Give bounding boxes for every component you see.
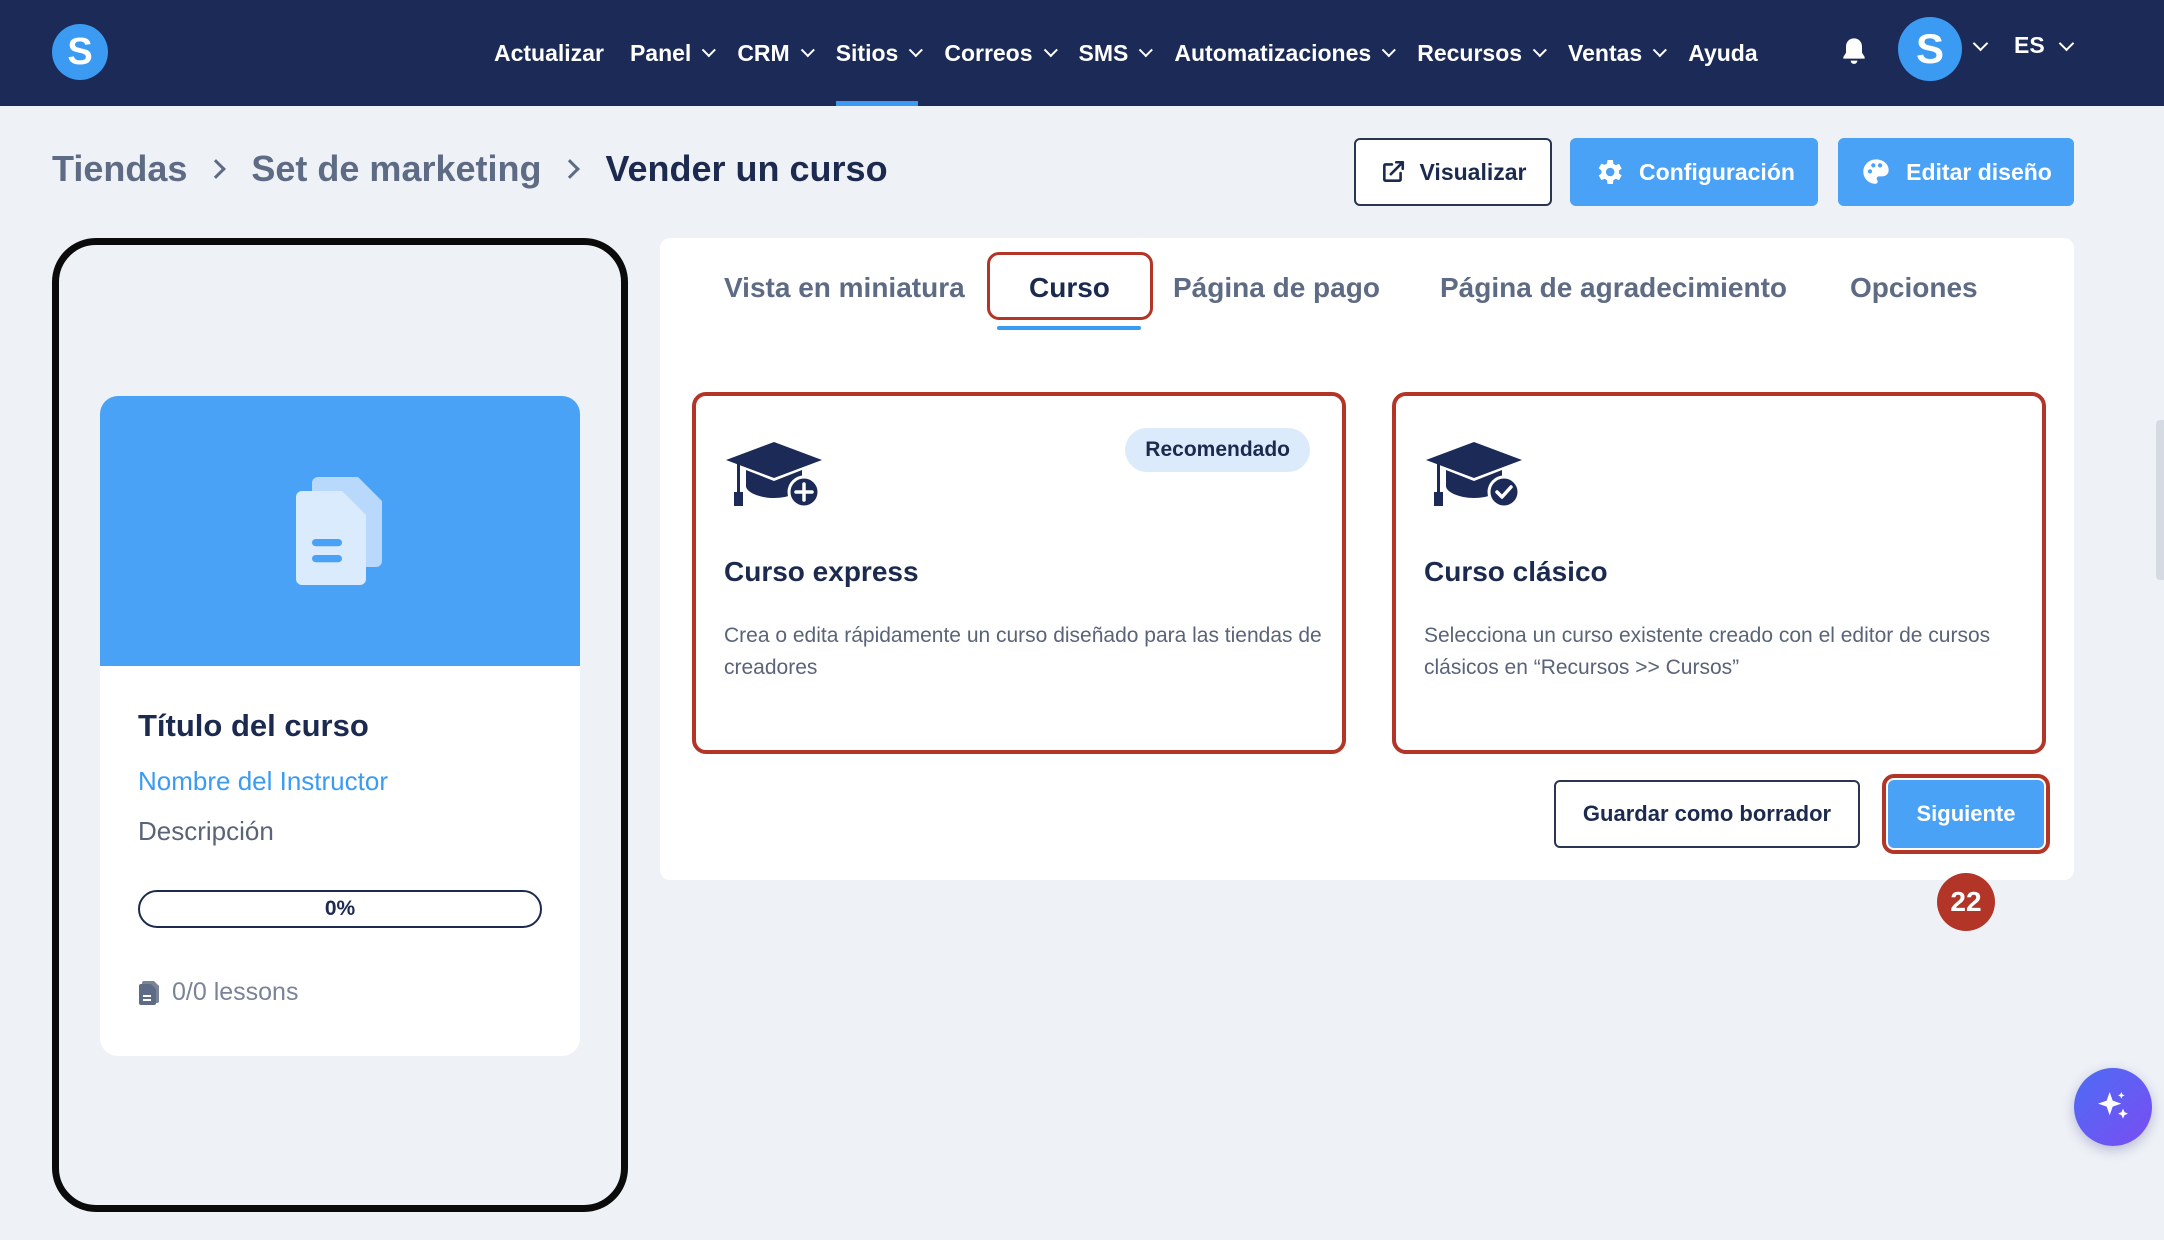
- edit-design-button[interactable]: Editar diseño: [1838, 138, 2074, 206]
- option-title: Curso clásico: [1424, 556, 1608, 587]
- bell-icon[interactable]: [1838, 34, 1870, 68]
- nav-item-crm[interactable]: CRM: [737, 0, 815, 106]
- chevron-down-icon: [1139, 43, 1154, 58]
- chevron-down-icon: [1652, 43, 1668, 58]
- tab-pagina-de-agradecimiento[interactable]: Página de agradecimiento: [1440, 272, 1787, 304]
- tab-highlight-outline: [987, 252, 1153, 320]
- nav-item-label: Sitios: [835, 39, 899, 66]
- lessons-count-text: 0/0 lessons: [172, 978, 299, 1006]
- breadcrumb-item-set-de-marketing[interactable]: Set de marketing: [251, 148, 541, 190]
- document-icon: [296, 477, 382, 585]
- nav-item-ayuda[interactable]: Ayuda: [1688, 0, 1757, 106]
- language-selector[interactable]: ES: [2014, 32, 2045, 59]
- lessons-count: 0/0 lessons: [138, 978, 298, 1007]
- nav-item-label: Recursos: [1417, 39, 1523, 66]
- tab-opciones[interactable]: Opciones: [1850, 272, 1978, 304]
- course-description: Descripción: [138, 816, 274, 846]
- sparkle-icon: [2098, 1092, 2128, 1119]
- nav-item-label: CRM: [737, 39, 790, 66]
- nav-item-label: Panel: [629, 39, 692, 66]
- chevron-down-icon: [909, 43, 924, 58]
- preview-button-label: Visualizar: [1419, 158, 1527, 185]
- nav-item-label: Automatizaciones: [1174, 39, 1372, 66]
- palette-icon: [1860, 156, 1892, 188]
- progress-text: 0%: [324, 897, 356, 920]
- graduation-cap-check-icon: [1424, 440, 1524, 517]
- chevron-down-icon[interactable]: [2058, 35, 2075, 52]
- course-title: Título del curso: [138, 708, 369, 743]
- option-description: Crea o edita rápidamente un curso diseña…: [724, 624, 1322, 679]
- tab-pagina-de-pago[interactable]: Página de pago: [1173, 272, 1380, 304]
- nav-item-label: Ayuda: [1688, 39, 1758, 66]
- nav-item-correos[interactable]: Correos: [944, 0, 1058, 106]
- course-cover-banner: [100, 396, 580, 666]
- chevron-down-icon: [702, 43, 717, 58]
- lessons-icon: [139, 980, 159, 1005]
- preview-button[interactable]: Visualizar: [1354, 138, 1552, 206]
- external-link-icon: [1380, 159, 1406, 185]
- nav-item-label: Ventas: [1568, 39, 1643, 66]
- chevron-right-icon: [560, 159, 581, 179]
- nav-item-label: Actualizar: [494, 39, 604, 66]
- nav-item-actualizar[interactable]: Actualizar: [494, 0, 604, 106]
- scroll-edge-handle[interactable]: [2156, 420, 2164, 580]
- save-draft-button[interactable]: Guardar como borrador: [1554, 780, 1860, 848]
- nav-menu: Actualizar Panel CRM Sitios Correos SMS …: [494, 0, 1784, 106]
- chevron-down-icon: [1532, 43, 1547, 58]
- gear-icon: [1593, 156, 1625, 188]
- course-preview-card: Título del curso Nombre del Instructor D…: [100, 396, 580, 1056]
- option-card-curso-express[interactable]: Recomendado Curso express Crea o edita r…: [692, 392, 1346, 754]
- graduation-cap-plus-icon: [724, 440, 824, 517]
- tab-vista-en-miniatura[interactable]: Vista en miniatura: [724, 272, 965, 304]
- nav-item-label: SMS: [1078, 39, 1129, 66]
- chevron-down-icon: [1381, 43, 1397, 58]
- top-navigation-bar: S Actualizar Panel CRM Sitios Correos SM…: [0, 0, 2164, 106]
- step-number-badge: 22: [1937, 873, 1995, 931]
- nav-item-ventas[interactable]: Ventas: [1568, 0, 1668, 106]
- recommended-badge: Recomendado: [1125, 428, 1310, 472]
- nav-item-sitios[interactable]: Sitios: [835, 0, 924, 106]
- nav-item-sms[interactable]: SMS: [1078, 0, 1154, 106]
- nav-item-panel[interactable]: Panel: [629, 0, 717, 106]
- nav-item-label: Correos: [944, 39, 1033, 66]
- breadcrumb: Tiendas Set de marketing Vender un curso: [52, 148, 888, 190]
- option-title: Curso express: [724, 556, 919, 587]
- settings-button[interactable]: Configuración: [1570, 138, 1818, 206]
- ai-assistant-button[interactable]: [2074, 1068, 2152, 1146]
- nav-item-recursos[interactable]: Recursos: [1417, 0, 1547, 106]
- instructor-name: Nombre del Instructor: [138, 766, 388, 796]
- breadcrumb-item-tiendas[interactable]: Tiendas: [52, 148, 187, 190]
- nav-item-automatizaciones[interactable]: Automatizaciones: [1174, 0, 1397, 106]
- chevron-right-icon: [206, 159, 227, 179]
- course-progress-bar: 0%: [138, 890, 542, 928]
- page-title: Vender un curso: [605, 148, 888, 189]
- settings-button-label: Configuración: [1639, 158, 1795, 185]
- edit-design-button-label: Editar diseño: [1906, 158, 2052, 185]
- chevron-down-icon: [1043, 43, 1058, 58]
- option-card-curso-clasico[interactable]: Curso clásico Selecciona un curso existe…: [1392, 392, 2046, 754]
- option-description: Selecciona un curso existente creado con…: [1424, 624, 1991, 679]
- user-avatar[interactable]: S: [1898, 17, 1962, 81]
- next-button[interactable]: Siguiente: [1882, 774, 2050, 854]
- chevron-down-icon: [800, 43, 815, 58]
- chevron-down-icon[interactable]: [1972, 35, 1989, 52]
- active-tab-indicator: [997, 326, 1141, 330]
- app-logo[interactable]: S: [52, 24, 108, 80]
